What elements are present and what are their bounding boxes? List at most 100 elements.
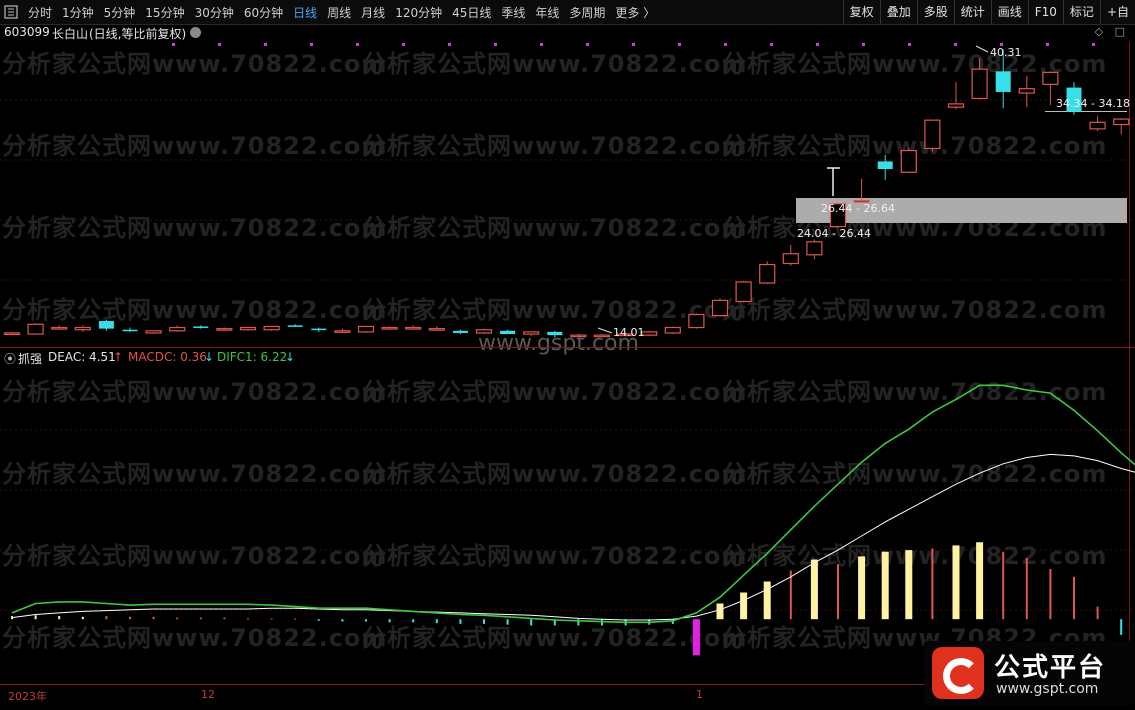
candle-body <box>406 328 421 330</box>
candle <box>807 240 822 260</box>
candle-body <box>524 332 539 334</box>
candle-body <box>453 331 468 333</box>
candle-body <box>949 104 964 107</box>
candle-body <box>878 161 893 169</box>
candle-body <box>241 328 256 330</box>
logo-mark-icon <box>932 647 984 699</box>
candle-body <box>146 331 161 333</box>
macdc-bar <box>858 556 865 619</box>
macdc-bar <box>764 582 771 620</box>
candle-body <box>28 324 43 334</box>
candle <box>500 330 515 334</box>
candle <box>311 328 326 332</box>
candle <box>547 331 562 338</box>
signal-dot <box>402 43 405 46</box>
macdc-bar <box>837 564 839 619</box>
candle-body <box>689 315 704 328</box>
candle-body <box>99 321 114 329</box>
candle <box>524 332 539 336</box>
zone-upper-label: 34.34 - 34.18 <box>1056 97 1130 110</box>
candle-body <box>288 325 303 327</box>
candle <box>1019 76 1034 107</box>
candle-body <box>736 282 751 302</box>
candle-body <box>477 330 492 333</box>
signal-dot <box>448 43 451 46</box>
candle-body <box>760 265 775 283</box>
macdc-bar <box>58 616 60 619</box>
candle-body <box>1019 89 1034 93</box>
candle <box>288 324 303 327</box>
candle-body <box>972 69 987 98</box>
candle-body <box>547 332 562 335</box>
macdc-bar <box>365 619 367 621</box>
candle-body <box>217 329 232 331</box>
logo-url: www.gspt.com <box>996 681 1098 697</box>
logo-title: 公式平台 <box>994 647 1106 684</box>
macdc-bar <box>507 619 509 624</box>
candle <box>477 329 492 334</box>
macdc-bar <box>483 619 485 624</box>
difc1-line <box>12 385 1135 622</box>
candle <box>736 281 751 303</box>
candle <box>99 320 114 331</box>
candle <box>925 120 940 151</box>
time-label: 2023年 <box>8 688 47 704</box>
signal-dot <box>540 43 543 46</box>
candle <box>595 334 610 337</box>
candle-body <box>1043 72 1058 84</box>
candle <box>571 334 586 337</box>
signal-dot <box>954 43 957 46</box>
candle <box>5 332 20 335</box>
indicator-header: ⦿ 抓强 DEAC: 4.51 ↑ MACDC: 0.36 ↓ DIFC1: 6… <box>0 349 1135 365</box>
candle-body <box>5 333 20 335</box>
gspt-logo: 公式平台 www.gspt.com <box>924 641 1135 705</box>
candle <box>170 325 185 332</box>
macdc-bar <box>223 618 225 620</box>
candle <box>901 148 916 173</box>
macdc-bar <box>931 549 933 620</box>
signal-dot <box>678 43 681 46</box>
candle <box>878 155 893 180</box>
candle-body <box>193 326 208 328</box>
signal-dot <box>264 43 267 46</box>
macdc-bar <box>82 617 84 619</box>
deac-value: DEAC: 4.51 <box>48 350 116 364</box>
macdc-bar <box>1097 607 1099 620</box>
candle-body <box>264 326 279 329</box>
candle-body <box>665 328 680 333</box>
candle <box>146 331 161 334</box>
indicator-name[interactable]: 抓强 <box>18 350 42 367</box>
time-label: 12 <box>201 688 215 701</box>
macdc-bar <box>412 619 414 622</box>
high-pointer <box>976 46 988 52</box>
macdc-bar <box>153 617 155 619</box>
difc1-arrow-icon: ↓ <box>285 350 295 364</box>
macdc-bar <box>1049 569 1051 619</box>
candle <box>429 326 444 330</box>
macdc-bar <box>1120 619 1122 635</box>
macdc-bar <box>271 618 273 619</box>
candle-body <box>123 330 138 332</box>
indicator-toggle-icon[interactable]: ⦿ <box>4 350 16 367</box>
macdc-bar <box>1073 577 1075 619</box>
candle <box>665 326 680 334</box>
candle <box>52 325 67 329</box>
macdc-histogram <box>11 542 1135 655</box>
signal-dot <box>908 43 911 46</box>
candle <box>949 82 964 109</box>
candle-body <box>1090 122 1105 129</box>
candle <box>359 326 374 333</box>
macdc-bar <box>717 604 724 620</box>
low-price-label: 14.01 <box>613 326 645 339</box>
candle <box>1114 118 1129 134</box>
macdc-bar <box>953 545 960 619</box>
macdc-bar <box>976 542 983 619</box>
candle <box>453 330 468 334</box>
difc1-value: DIFC1: 6.22 <box>217 350 287 364</box>
macdc-value: MACDC: 0.36 <box>128 350 207 364</box>
signal-dot <box>310 43 313 46</box>
candle-series <box>5 50 1135 338</box>
deac-line <box>12 454 1135 620</box>
macdc-bar <box>790 571 792 620</box>
candle <box>28 323 43 334</box>
